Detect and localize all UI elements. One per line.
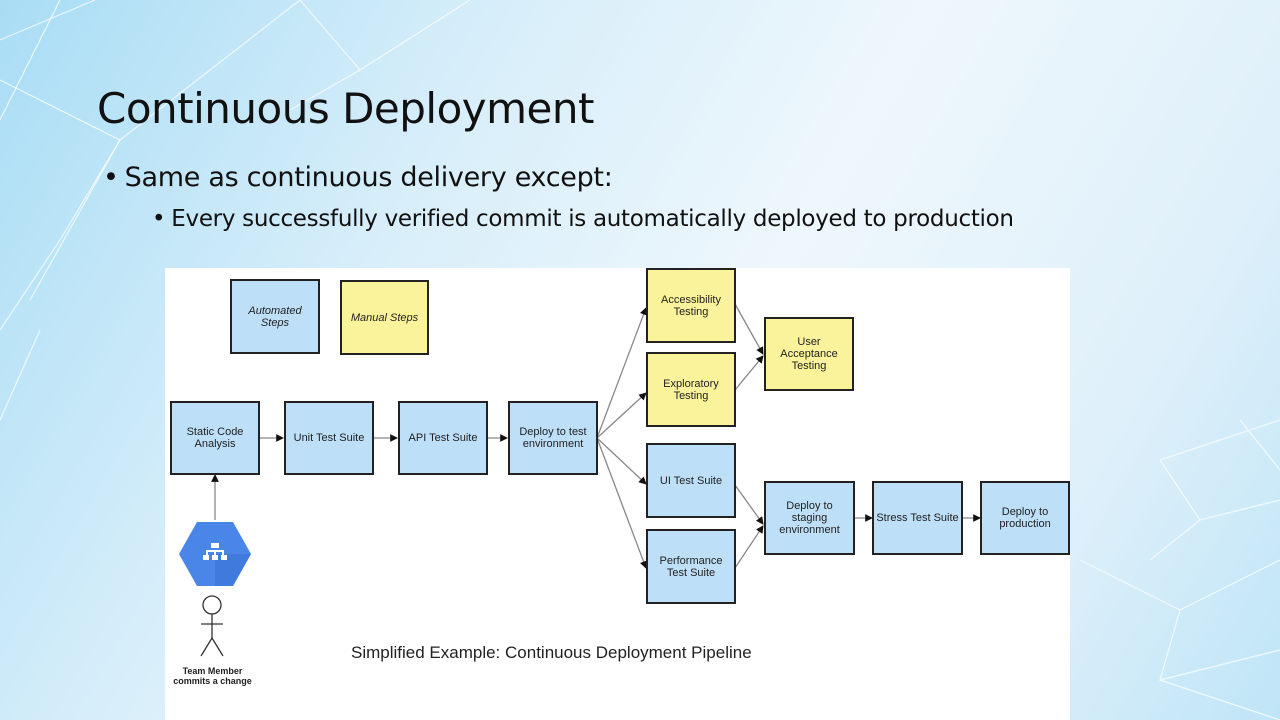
actor-label-line1: Team Member [182,666,243,676]
node-deploy-test-environment: Deploy to test environment [508,401,598,475]
slide-title: Continuous Deployment [97,84,594,133]
edge-deploytest-to-exploratory [596,392,647,439]
edge-exploratory-to-uat [734,355,764,391]
node-accessibility-testing: Accessibility Testing [646,268,736,343]
diagram-caption: Simplified Example: Continuous Deploymen… [351,643,752,662]
node-exploratory-testing: Exploratory Testing [646,352,736,427]
bullet-text: Every successfully verified commit is au… [171,206,1014,232]
node-stress-test-suite: Stress Test Suite [872,481,963,555]
node-user-acceptance-testing: User Acceptance Testing [764,317,854,391]
edge-ui-to-staging [734,484,764,525]
team-member-icon [200,595,224,657]
actor-label: Team Member commits a change [165,666,260,686]
bullet-level-2: • Every successfully verified commit is a… [152,206,1014,232]
node-deploy-staging-environment: Deploy to staging environment [764,481,855,555]
bullet-dot: • [103,162,119,193]
pipeline-diagram: Automated Steps Manual Steps Static Code… [165,268,1070,720]
edge-deploytest-to-accessibility [596,307,648,439]
node-ui-test-suite: UI Test Suite [646,443,736,518]
node-unit-test-suite: Unit Test Suite [284,401,374,475]
edge-deploytest-to-performance [596,437,648,569]
bullet-level-1: • Same as continuous delivery except: [103,162,613,193]
edge-performance-to-staging [734,525,764,569]
legend-manual-steps: Manual Steps [340,280,429,355]
actor-label-line2: commits a change [173,676,252,686]
network-hub-icon [179,522,251,586]
node-performance-test-suite: Performance Test Suite [646,529,736,604]
node-static-code-analysis: Static Code Analysis [170,401,260,475]
bullet-dot: • [152,206,166,232]
bullet-text: Same as continuous delivery except: [124,162,613,193]
edge-accessibility-to-uat [734,303,764,355]
node-deploy-production: Deploy to production [980,481,1070,555]
node-api-test-suite: API Test Suite [398,401,488,475]
legend-automated-steps: Automated Steps [230,279,320,354]
edge-deploytest-to-ui [596,437,647,485]
